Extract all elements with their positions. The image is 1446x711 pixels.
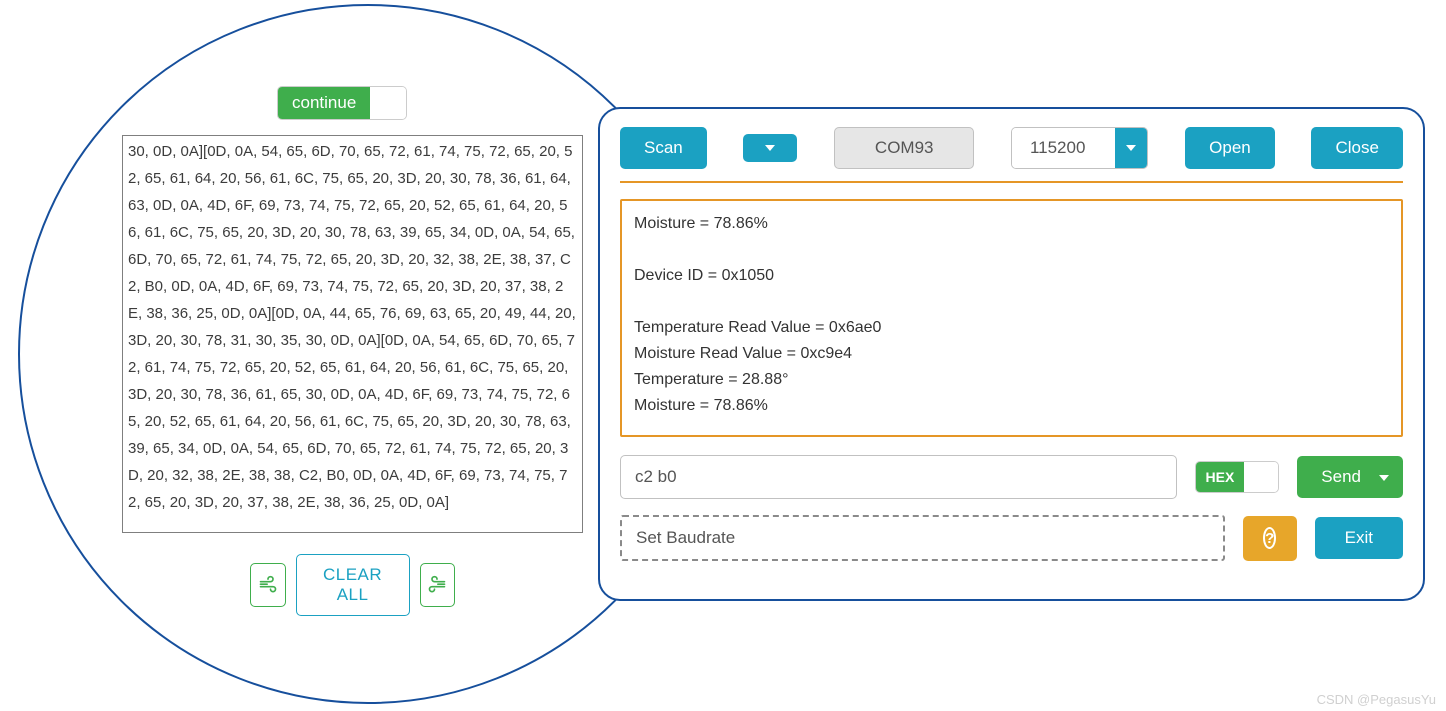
- hex-mode-label: HEX: [1196, 462, 1245, 492]
- exit-button[interactable]: Exit: [1315, 517, 1403, 559]
- continue-toggle[interactable]: continue: [277, 86, 407, 120]
- continue-toggle-off: [370, 87, 406, 119]
- hex-mode-off: [1244, 462, 1278, 492]
- baudrate-caret: [1115, 128, 1147, 168]
- hex-mode-toggle[interactable]: HEX: [1195, 461, 1280, 493]
- continue-label: continue: [278, 87, 370, 119]
- send-button[interactable]: Send: [1297, 456, 1403, 498]
- help-button[interactable]: ?: [1243, 516, 1297, 561]
- serial-toolbar: Scan COM93 115200 Open Close: [620, 127, 1403, 183]
- open-button[interactable]: Open: [1185, 127, 1275, 169]
- chevron-down-icon: [1379, 475, 1389, 481]
- wind-right-icon[interactable]: [420, 563, 456, 607]
- baudrate-select[interactable]: 115200: [1011, 127, 1148, 169]
- serial-terminal-card: Scan COM93 115200 Open Close Moisture = …: [598, 107, 1425, 601]
- clear-all-button[interactable]: CLEAR ALL: [296, 554, 410, 616]
- receive-textarea[interactable]: Moisture = 78.86% Device ID = 0x1050 Tem…: [620, 199, 1403, 437]
- question-icon: ?: [1263, 527, 1276, 549]
- close-button[interactable]: Close: [1311, 127, 1402, 169]
- transmit-input[interactable]: [620, 455, 1177, 499]
- set-baudrate-field[interactable]: Set Baudrate: [620, 515, 1225, 561]
- wind-left-icon[interactable]: [250, 563, 286, 607]
- hex-dump-textarea[interactable]: 30, 0D, 0A][0D, 0A, 54, 65, 6D, 70, 65, …: [122, 135, 583, 533]
- watermark-text: CSDN @PegasusYu: [1317, 692, 1436, 707]
- baudrate-value: 115200: [1012, 128, 1115, 168]
- chevron-down-icon: [1126, 145, 1136, 151]
- chevron-down-icon: [765, 145, 775, 151]
- com-port-field[interactable]: COM93: [834, 127, 974, 169]
- scan-button[interactable]: Scan: [620, 127, 707, 169]
- send-label: Send: [1321, 467, 1361, 487]
- scan-menu-button[interactable]: [743, 134, 797, 162]
